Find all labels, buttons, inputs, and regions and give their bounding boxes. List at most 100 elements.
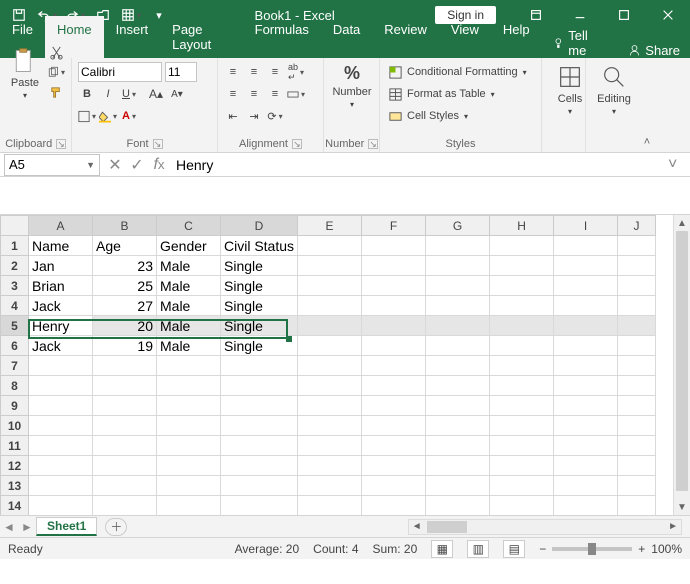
- tab-view[interactable]: View: [439, 16, 491, 58]
- cell-D2[interactable]: Single: [221, 256, 298, 276]
- cell-C1[interactable]: Gender: [157, 236, 221, 256]
- cell-A4[interactable]: Jack: [29, 296, 93, 316]
- cell-I11[interactable]: [554, 436, 618, 456]
- cell-H5[interactable]: [490, 316, 554, 336]
- row-header-8[interactable]: 8: [1, 376, 29, 396]
- cell-D9[interactable]: [221, 396, 298, 416]
- cell-C13[interactable]: [157, 476, 221, 496]
- cell-G6[interactable]: [426, 336, 490, 356]
- tab-formulas[interactable]: Formulas: [243, 16, 321, 58]
- cell-C4[interactable]: Male: [157, 296, 221, 316]
- conditional-formatting-button[interactable]: Conditional Formatting▾: [386, 61, 535, 83]
- cell-J14[interactable]: [618, 496, 656, 516]
- increase-font-icon[interactable]: A▴: [147, 85, 165, 103]
- bold-icon[interactable]: B: [78, 85, 96, 103]
- cell-E6[interactable]: [298, 336, 362, 356]
- cell-C6[interactable]: Male: [157, 336, 221, 356]
- cell-F7[interactable]: [362, 356, 426, 376]
- cell-A9[interactable]: [29, 396, 93, 416]
- cell-B14[interactable]: [93, 496, 157, 516]
- cell-A13[interactable]: [29, 476, 93, 496]
- cell-B6[interactable]: 19: [93, 336, 157, 356]
- cell-B8[interactable]: [93, 376, 157, 396]
- cell-I1[interactable]: [554, 236, 618, 256]
- cell-J4[interactable]: [618, 296, 656, 316]
- cell-C2[interactable]: Male: [157, 256, 221, 276]
- col-header-F[interactable]: F: [362, 216, 426, 236]
- col-header-J[interactable]: J: [618, 216, 656, 236]
- cell-J8[interactable]: [618, 376, 656, 396]
- col-header-I[interactable]: I: [554, 216, 618, 236]
- cell-G2[interactable]: [426, 256, 490, 276]
- cell-A2[interactable]: Jan: [29, 256, 93, 276]
- cell-F13[interactable]: [362, 476, 426, 496]
- cell-H11[interactable]: [490, 436, 554, 456]
- cell-B11[interactable]: [93, 436, 157, 456]
- dialog-launcher[interactable]: ↘: [153, 139, 163, 149]
- cell-D8[interactable]: [221, 376, 298, 396]
- cell-F1[interactable]: [362, 236, 426, 256]
- cell-F8[interactable]: [362, 376, 426, 396]
- col-header-D[interactable]: D: [221, 216, 298, 236]
- cell-I10[interactable]: [554, 416, 618, 436]
- cell-C11[interactable]: [157, 436, 221, 456]
- cell-H6[interactable]: [490, 336, 554, 356]
- italic-icon[interactable]: I: [99, 85, 117, 103]
- cell-G13[interactable]: [426, 476, 490, 496]
- cell-G5[interactable]: [426, 316, 490, 336]
- cell-G11[interactable]: [426, 436, 490, 456]
- align-bottom-icon[interactable]: ≡: [266, 63, 284, 81]
- cell-G12[interactable]: [426, 456, 490, 476]
- zoom-out-icon[interactable]: −: [539, 542, 546, 556]
- cell-G1[interactable]: [426, 236, 490, 256]
- cell-C9[interactable]: [157, 396, 221, 416]
- row-header-5[interactable]: 5: [1, 316, 29, 336]
- cell-B2[interactable]: 23: [93, 256, 157, 276]
- cell-B12[interactable]: [93, 456, 157, 476]
- cell-D10[interactable]: [221, 416, 298, 436]
- zoom-control[interactable]: − + 100%: [539, 542, 682, 556]
- align-middle-icon[interactable]: ≡: [245, 63, 263, 81]
- new-sheet-button[interactable]: ＋: [105, 518, 127, 536]
- cell-J7[interactable]: [618, 356, 656, 376]
- row-header-3[interactable]: 3: [1, 276, 29, 296]
- fx-icon[interactable]: fx: [148, 154, 170, 176]
- cell-F12[interactable]: [362, 456, 426, 476]
- col-header-G[interactable]: G: [426, 216, 490, 236]
- col-header-C[interactable]: C: [157, 216, 221, 236]
- cell-B1[interactable]: Age: [93, 236, 157, 256]
- editing-button[interactable]: Editing▾: [592, 61, 636, 116]
- col-header-B[interactable]: B: [93, 216, 157, 236]
- cell-E8[interactable]: [298, 376, 362, 396]
- cell-J13[interactable]: [618, 476, 656, 496]
- cell-J5[interactable]: [618, 316, 656, 336]
- row-header-7[interactable]: 7: [1, 356, 29, 376]
- cell-G9[interactable]: [426, 396, 490, 416]
- align-center-icon[interactable]: ≡: [245, 85, 263, 103]
- cell-C12[interactable]: [157, 456, 221, 476]
- cell-E12[interactable]: [298, 456, 362, 476]
- format-painter-icon[interactable]: [47, 83, 65, 101]
- cell-C14[interactable]: [157, 496, 221, 516]
- cell-I6[interactable]: [554, 336, 618, 356]
- horizontal-scrollbar[interactable]: ◄►: [408, 519, 682, 535]
- normal-view-icon[interactable]: ▦: [431, 540, 453, 558]
- cell-I7[interactable]: [554, 356, 618, 376]
- font-name-input[interactable]: [78, 62, 162, 82]
- cell-D5[interactable]: Single: [221, 316, 298, 336]
- accept-formula-icon[interactable]: ✓: [126, 154, 148, 176]
- cell-D7[interactable]: [221, 356, 298, 376]
- dialog-launcher[interactable]: ↘: [292, 139, 302, 149]
- cell-C7[interactable]: [157, 356, 221, 376]
- cell-D1[interactable]: Civil Status: [221, 236, 298, 256]
- cell-H7[interactable]: [490, 356, 554, 376]
- collapse-ribbon-icon[interactable]: ˄: [638, 58, 656, 152]
- vertical-scrollbar[interactable]: ▲▼: [673, 215, 690, 515]
- tab-help[interactable]: Help: [491, 16, 542, 58]
- cell-E13[interactable]: [298, 476, 362, 496]
- cell-F14[interactable]: [362, 496, 426, 516]
- cell-H1[interactable]: [490, 236, 554, 256]
- cell-F3[interactable]: [362, 276, 426, 296]
- row-header-14[interactable]: 14: [1, 496, 29, 516]
- cell-H14[interactable]: [490, 496, 554, 516]
